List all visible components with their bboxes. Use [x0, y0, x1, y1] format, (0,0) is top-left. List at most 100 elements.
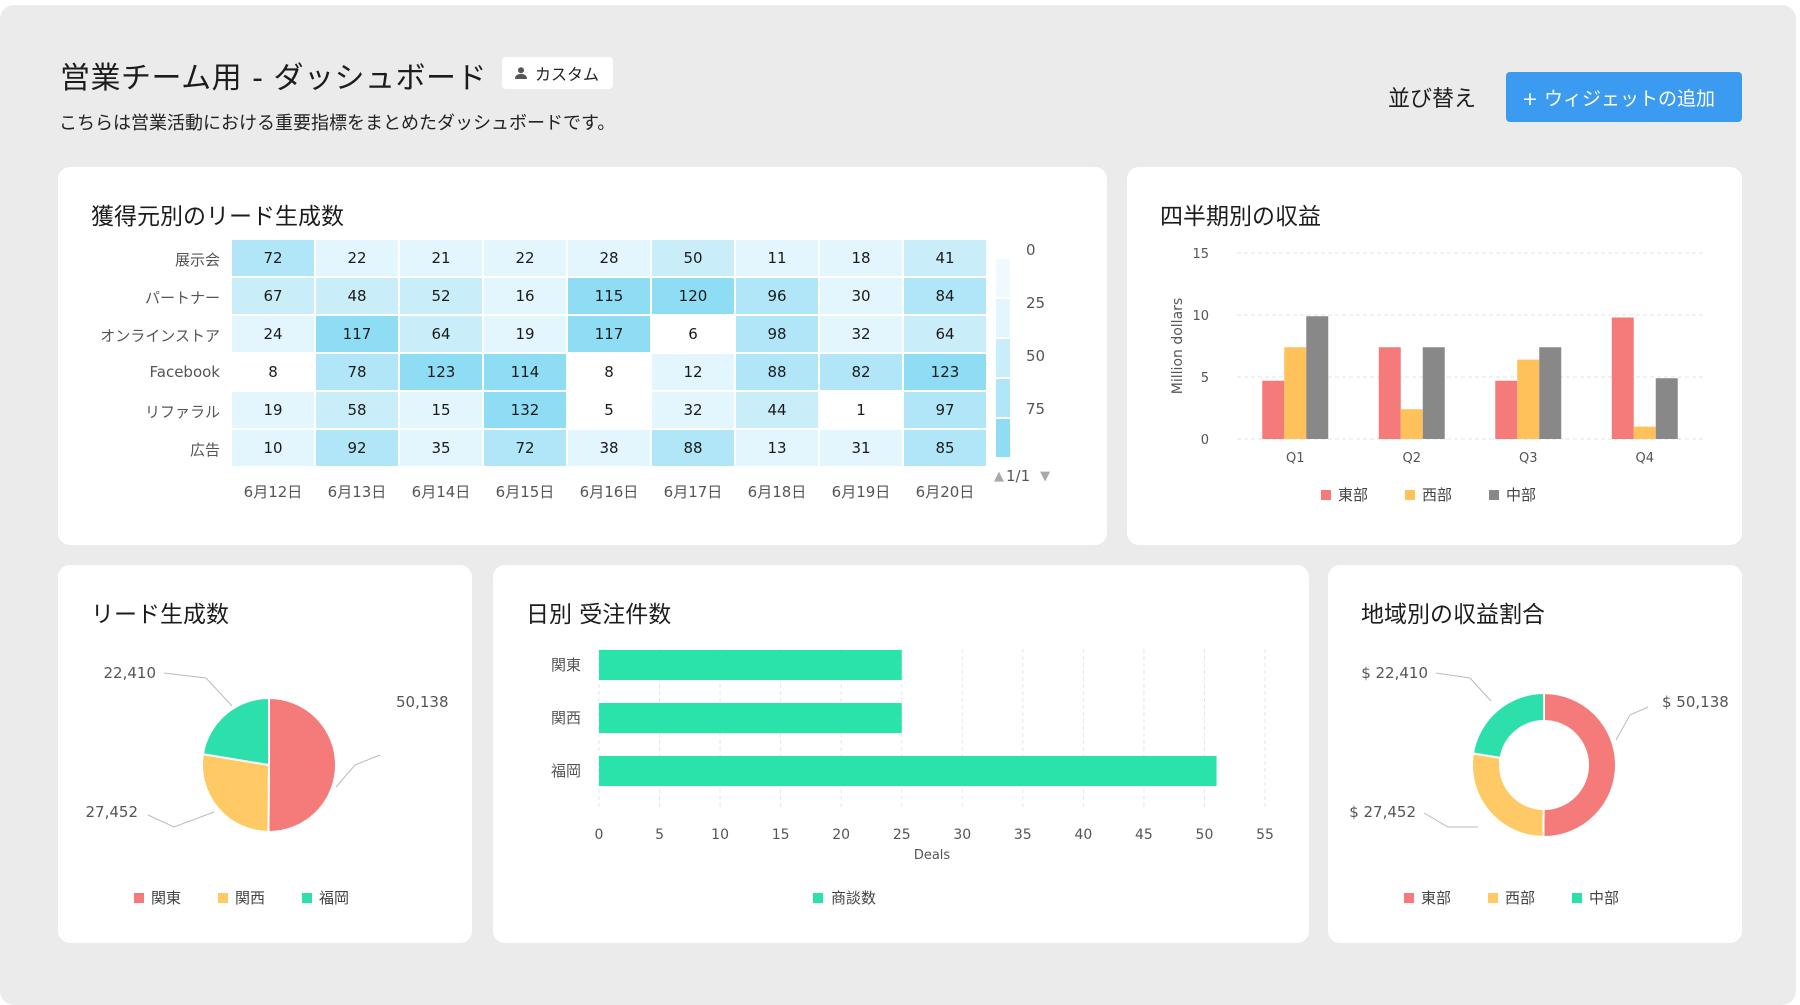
slice-value-label: 50,138: [396, 693, 449, 711]
heatmap-cell: 123: [400, 354, 482, 390]
legend-swatch: [1572, 893, 1582, 903]
custom-badge[interactable]: カスタム: [502, 57, 614, 89]
heatmap-cell: 24: [232, 316, 314, 352]
heatmap-cell: 50: [652, 240, 734, 276]
legend-label: 福岡: [319, 889, 349, 907]
heatmap-scale-label: 75: [1026, 400, 1046, 418]
heatmap-cell: 123: [904, 354, 986, 390]
leader-line: [335, 754, 381, 788]
sort-button[interactable]: 並び替え: [1388, 81, 1476, 113]
heatmap-scale-label: 0: [1026, 241, 1036, 259]
heatmap-cell: 19: [232, 392, 314, 428]
heatmap-cell: 31: [820, 430, 902, 466]
heatmap-scale-segment: [996, 339, 1010, 377]
heatmap-cell: 64: [400, 316, 482, 352]
daily-deals-bar-chart: 0 5 10 15 20 25 30 35 40 45 50 55 Deals 関東関西福岡商談数: [551, 649, 1274, 907]
heatmap-cell: 115: [568, 278, 650, 314]
leader-line: [1423, 812, 1478, 828]
legend-swatch: [218, 893, 228, 903]
pager-label: 1/1: [1006, 467, 1031, 485]
heatmap-scale-label: 25: [1026, 294, 1046, 312]
lead-generation-card: リード生成数 50,138 27,452 22,410 関東 関西 福岡: [58, 565, 472, 943]
bar: [1262, 380, 1285, 439]
heatmap-cell: 72: [484, 430, 566, 466]
bar: [599, 650, 902, 680]
x-tick-label: Q1: [1286, 451, 1305, 466]
legend-swatch: [1404, 893, 1414, 903]
y-category-label: 福岡: [551, 762, 581, 780]
x-tick-label: 15: [772, 827, 790, 843]
bar: [599, 756, 1217, 786]
legend-label: 西部: [1505, 889, 1535, 907]
heatmap-cell: 88: [652, 430, 734, 466]
slice-value-label: 27,452: [86, 803, 139, 821]
quarterly-revenue-card: 四半期別の収益 0 5 10 15 Million dollars Q1 Q2 Q3 Q4 東部西…: [1127, 167, 1742, 545]
heatmap-col-label: 6月14日: [411, 483, 471, 501]
heatmap-col-label: 6月15日: [495, 483, 555, 501]
heatmap-cell: 58: [316, 392, 398, 428]
lead-source-heatmap-card: 獲得元別のリード生成数 展示会 72 22 21 22 28 50 11 18 41 パートナー 67…: [58, 167, 1107, 545]
legend-label: 東部: [1338, 486, 1368, 504]
lead-generation-pie-chart: 50,138 27,452 22,410 関東 関西 福岡: [86, 664, 449, 907]
heatmap-cell: 12: [652, 354, 734, 390]
legend-swatch: [1488, 893, 1498, 903]
heatmap-cell: 52: [400, 278, 482, 314]
heatmap-cell: 18: [820, 240, 902, 276]
legend-swatch: [302, 893, 312, 903]
heatmap-cell: 21: [400, 240, 482, 276]
legend-swatch: [134, 893, 144, 903]
heatmap-cell: 82: [820, 354, 902, 390]
heatmap-cell: 38: [568, 430, 650, 466]
heatmap-cell: 8: [232, 354, 314, 390]
leader-line: [1615, 706, 1649, 741]
y-category-label: 関東: [551, 656, 581, 674]
bar: [1284, 347, 1307, 439]
heatmap-row-label: オンラインストア: [100, 327, 220, 345]
heatmap-cell: 85: [904, 430, 986, 466]
pie-slice: [1471, 691, 1545, 760]
heatmap-scale-label: 50: [1026, 347, 1046, 365]
bar: [1422, 347, 1445, 439]
x-tick-label: Q2: [1402, 451, 1421, 466]
x-tick-label: Q4: [1635, 451, 1654, 466]
heatmap-title: 獲得元別のリード生成数: [91, 204, 344, 230]
page-down-icon[interactable]: ▼: [1040, 469, 1050, 484]
heatmap-cell: 88: [736, 354, 818, 390]
x-tick-label: 45: [1135, 827, 1153, 843]
heatmap-row-label: パートナー: [144, 289, 220, 307]
y-tick-label: 10: [1192, 309, 1209, 324]
pie-slice: [201, 752, 271, 834]
legend-label: 関西: [235, 889, 265, 907]
heatmap-cell: 6: [652, 316, 734, 352]
heatmap-cell: 10: [232, 430, 314, 466]
heatmap-col-label: 6月18日: [747, 483, 807, 501]
heatmap-scale-segment: [996, 379, 1010, 417]
heatmap-cell: 48: [316, 278, 398, 314]
heatmap-cell: 19: [484, 316, 566, 352]
heatmap-cell: 44: [736, 392, 818, 428]
heatmap-cell: 22: [484, 240, 566, 276]
add-widget-button[interactable]: + ウィジェットの追加: [1506, 72, 1742, 122]
heatmap-scale-segment: [996, 419, 1010, 457]
heatmap-row-label: Facebook: [149, 363, 220, 381]
x-tick-label: 55: [1256, 827, 1274, 843]
bar: [1655, 378, 1678, 439]
heatmap-cell: 11: [736, 240, 818, 276]
heatmap-cell: 92: [316, 430, 398, 466]
bar: [1517, 359, 1540, 439]
legend-label: 西部: [1422, 486, 1452, 504]
page-up-icon[interactable]: ▲: [994, 469, 1004, 484]
slice-value-label: $ 50,138: [1662, 693, 1729, 711]
y-category-label: 関西: [551, 709, 581, 727]
heatmap-cell: 78: [316, 354, 398, 390]
bar: [1611, 317, 1634, 439]
heatmap-cell: 5: [568, 392, 650, 428]
user-icon: [515, 67, 527, 79]
heatmap-scale-segment: [996, 299, 1010, 337]
daily-deals-card: 日別 受注件数 0 5 10 15 20 25 30 35 40 45 50 55 Deals 関東 関西福…: [493, 565, 1309, 943]
legend-swatch: [1321, 490, 1331, 500]
heatmap-cell: 84: [904, 278, 986, 314]
heatmap-cell: 35: [400, 430, 482, 466]
heatmap-pager: ▲ 1/1 ▼: [994, 467, 1050, 485]
heatmap-cell: 16: [484, 278, 566, 314]
